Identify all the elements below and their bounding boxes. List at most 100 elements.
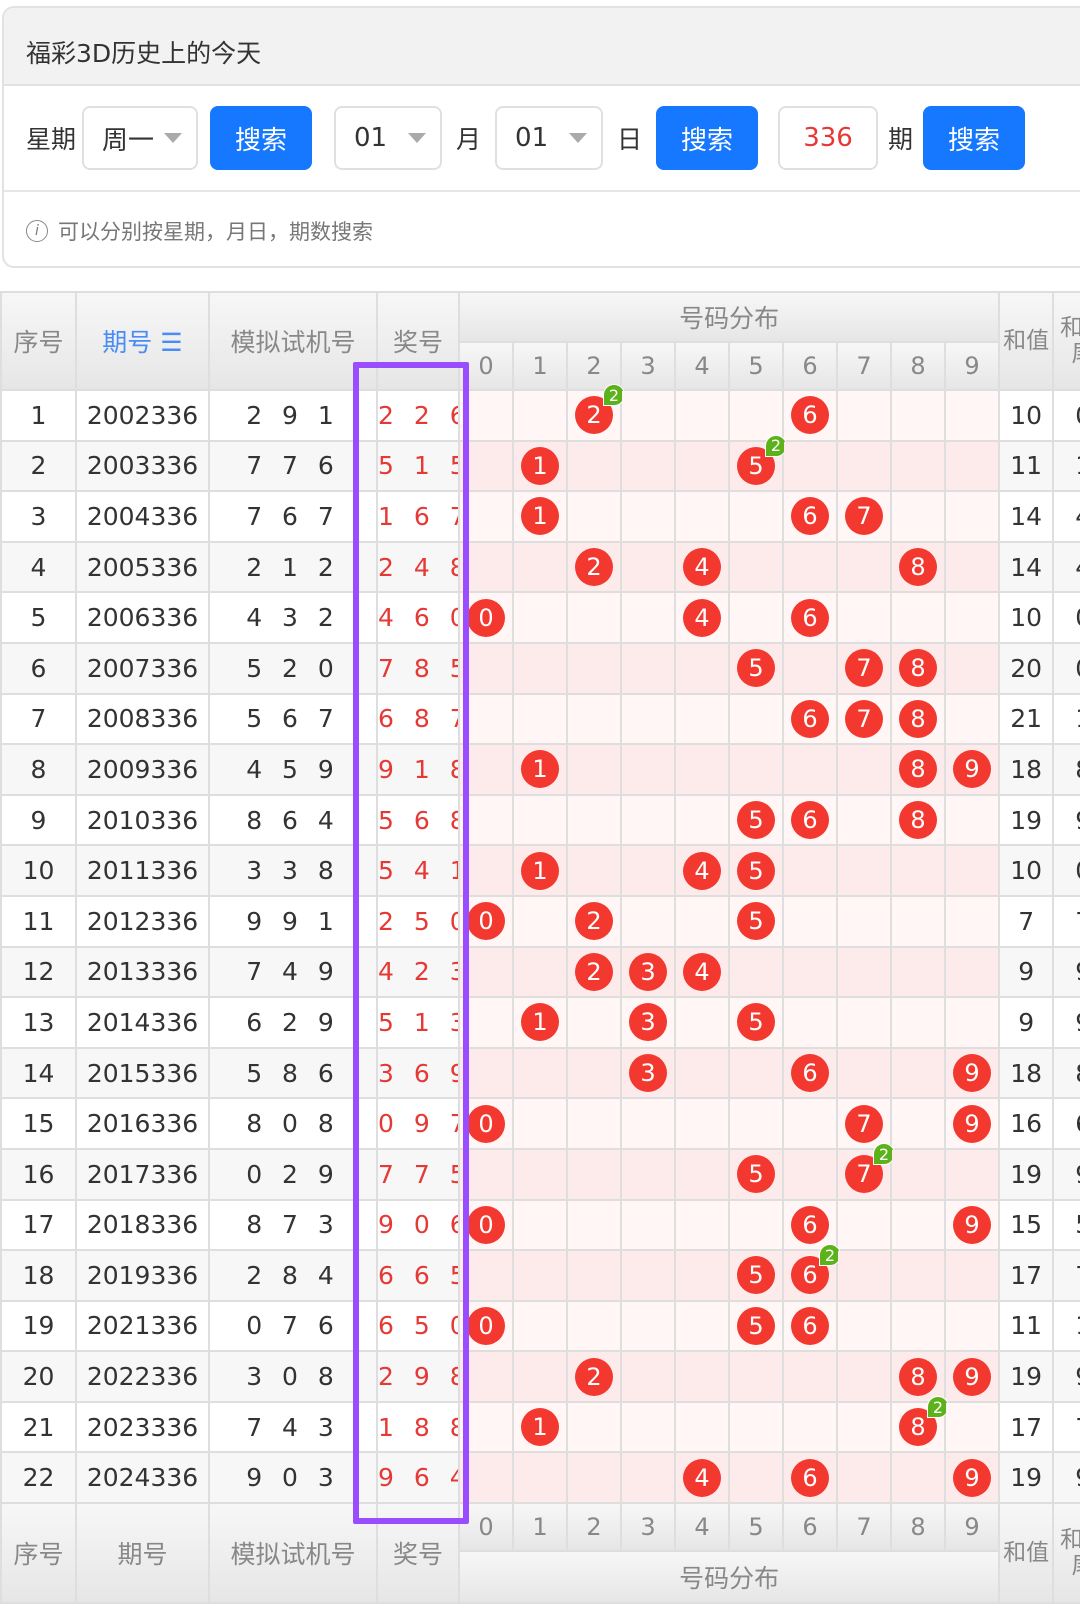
row-tail: 0 [1052,844,1080,897]
row-sim-number: 3 3 8 [208,844,378,897]
row-tail: 7 [1052,1249,1080,1302]
row-sim-number: 3 0 8 [208,1350,378,1403]
digit-cell-2 [566,743,622,796]
digit-cell-7: 72 [836,1143,895,1201]
digit-cell-5: 5 [728,793,784,847]
digit-cell-8: 8 [890,1350,946,1403]
row-period: 2012336 [75,894,210,948]
row-sum: 14 [998,540,1055,594]
digit-cell-2: 2 [566,945,622,999]
digit-footer-6: 6 [782,1502,838,1553]
digit-cell-2: 22 [566,384,625,442]
row-sum: 11 [998,1299,1055,1353]
digit-cell-3: 3 [620,945,676,999]
footer-seq: 序号 [0,1502,77,1605]
digit-footer-8: 8 [890,1502,946,1553]
digit-cell-0: 0 [458,1299,514,1353]
table-row: 920103368 6 45 6 8568199 [0,793,1080,847]
row-period: 2007336 [75,641,210,695]
row-seq: 22 [0,1451,77,1505]
digit-cell-4: 4 [674,591,730,644]
digit-cell-1: 1 [512,490,568,543]
number-ball: 0 [467,1104,505,1143]
footer-distribution: 号码分布 [457,1550,1001,1605]
chevron-down-icon [408,133,427,143]
row-seq: 10 [0,844,77,897]
row-tail: 8 [1052,1046,1080,1100]
row-tail: 9 [1052,1147,1080,1201]
number-ball: 5 [737,1306,775,1345]
row-tail: 9 [1052,945,1080,999]
row-period: 2009336 [75,743,210,796]
digit-header-0: 0 [458,341,514,391]
digit-cell-2 [566,1097,622,1150]
digit-cell-5 [728,1350,784,1403]
header-tail: 和值尾 [1052,291,1080,391]
number-ball: 8 [899,801,937,840]
digit-cell-1 [512,894,568,948]
row-prize-number: 6 6 5 [376,1249,460,1302]
weekday-select[interactable]: 周一 [82,106,199,170]
period-input[interactable]: 336 [778,106,879,170]
period-search-button[interactable]: 搜索 [923,106,1026,170]
table-row: 620073365 2 07 8 5 5 78 200 [0,641,1080,695]
digit-cell-5 [728,540,784,594]
row-period: 2016336 [75,1097,210,1150]
digit-cell-5: 5 [728,894,784,948]
number-ball: 9 [953,1205,992,1244]
digit-cell-5: 5 [728,1147,784,1201]
number-ball: 72 [845,1143,895,1194]
digit-cell-6 [782,641,838,695]
digit-cell-1: 1 [512,1400,568,1454]
date-search-button[interactable]: 搜索 [656,106,759,170]
digit-footer-4: 4 [674,1502,730,1553]
digit-cell-8 [890,389,946,442]
number-ball: 6 [791,1458,829,1497]
digit-cell-1 [512,641,568,695]
weekday-search-button[interactable]: 搜索 [210,106,313,170]
digit-cell-0: 0 [458,894,514,948]
digit-cell-7 [836,1350,892,1403]
digit-cell-0 [458,1350,514,1403]
table-row: 420053362 1 22 4 8248144 [0,540,1080,594]
month-select[interactable]: 01 [334,106,443,170]
day-select[interactable]: 01 [495,106,604,170]
number-ball: 1 [521,851,559,890]
digit-cell-6 [782,945,838,999]
number-ball: 9 [953,1104,992,1143]
digit-cell-4 [674,1299,730,1353]
digit-cell-2 [566,439,622,493]
number-ball: 6 [791,598,829,637]
number-ball: 7 [845,649,883,688]
digit-cell-5 [728,1046,784,1100]
row-seq: 17 [0,1198,77,1252]
row-seq: 6 [0,641,77,695]
row-tail: 5 [1052,1198,1080,1252]
number-ball: 3 [629,1054,667,1093]
weekday-value: 周一 [102,125,155,156]
digit-cell-8 [890,996,946,1049]
digit-cell-7 [836,945,892,999]
number-ball: 4 [683,952,721,991]
number-ball: 2 [575,902,613,941]
digit-cell-1 [512,389,568,442]
number-ball: 8 [899,699,937,738]
row-tail: 1 [1052,439,1080,493]
row-period: 2006336 [75,591,210,644]
number-ball: 8 [899,1357,937,1396]
digit-cell-3 [620,591,676,644]
row-prize-number: 5 6 8 [376,793,460,847]
row-seq: 1 [0,389,77,442]
digit-footer-9: 9 [943,1502,1001,1553]
digit-header-9: 9 [943,341,1001,391]
digit-cell-4 [674,894,730,948]
digit-header-2: 2 [566,341,622,391]
row-tail: 9 [1052,793,1080,847]
header-period-sort[interactable]: 期号 ☰ [75,291,210,391]
table-row: 120023362 9 12 2 6 22 6 100 [0,384,1080,442]
digit-cell-3 [620,389,676,442]
sort-icon: ☰ [160,328,183,357]
row-sum: 14 [998,490,1055,543]
digit-cell-2 [566,1147,622,1201]
table-row: 820093364 5 99 1 8189188 [0,743,1080,796]
